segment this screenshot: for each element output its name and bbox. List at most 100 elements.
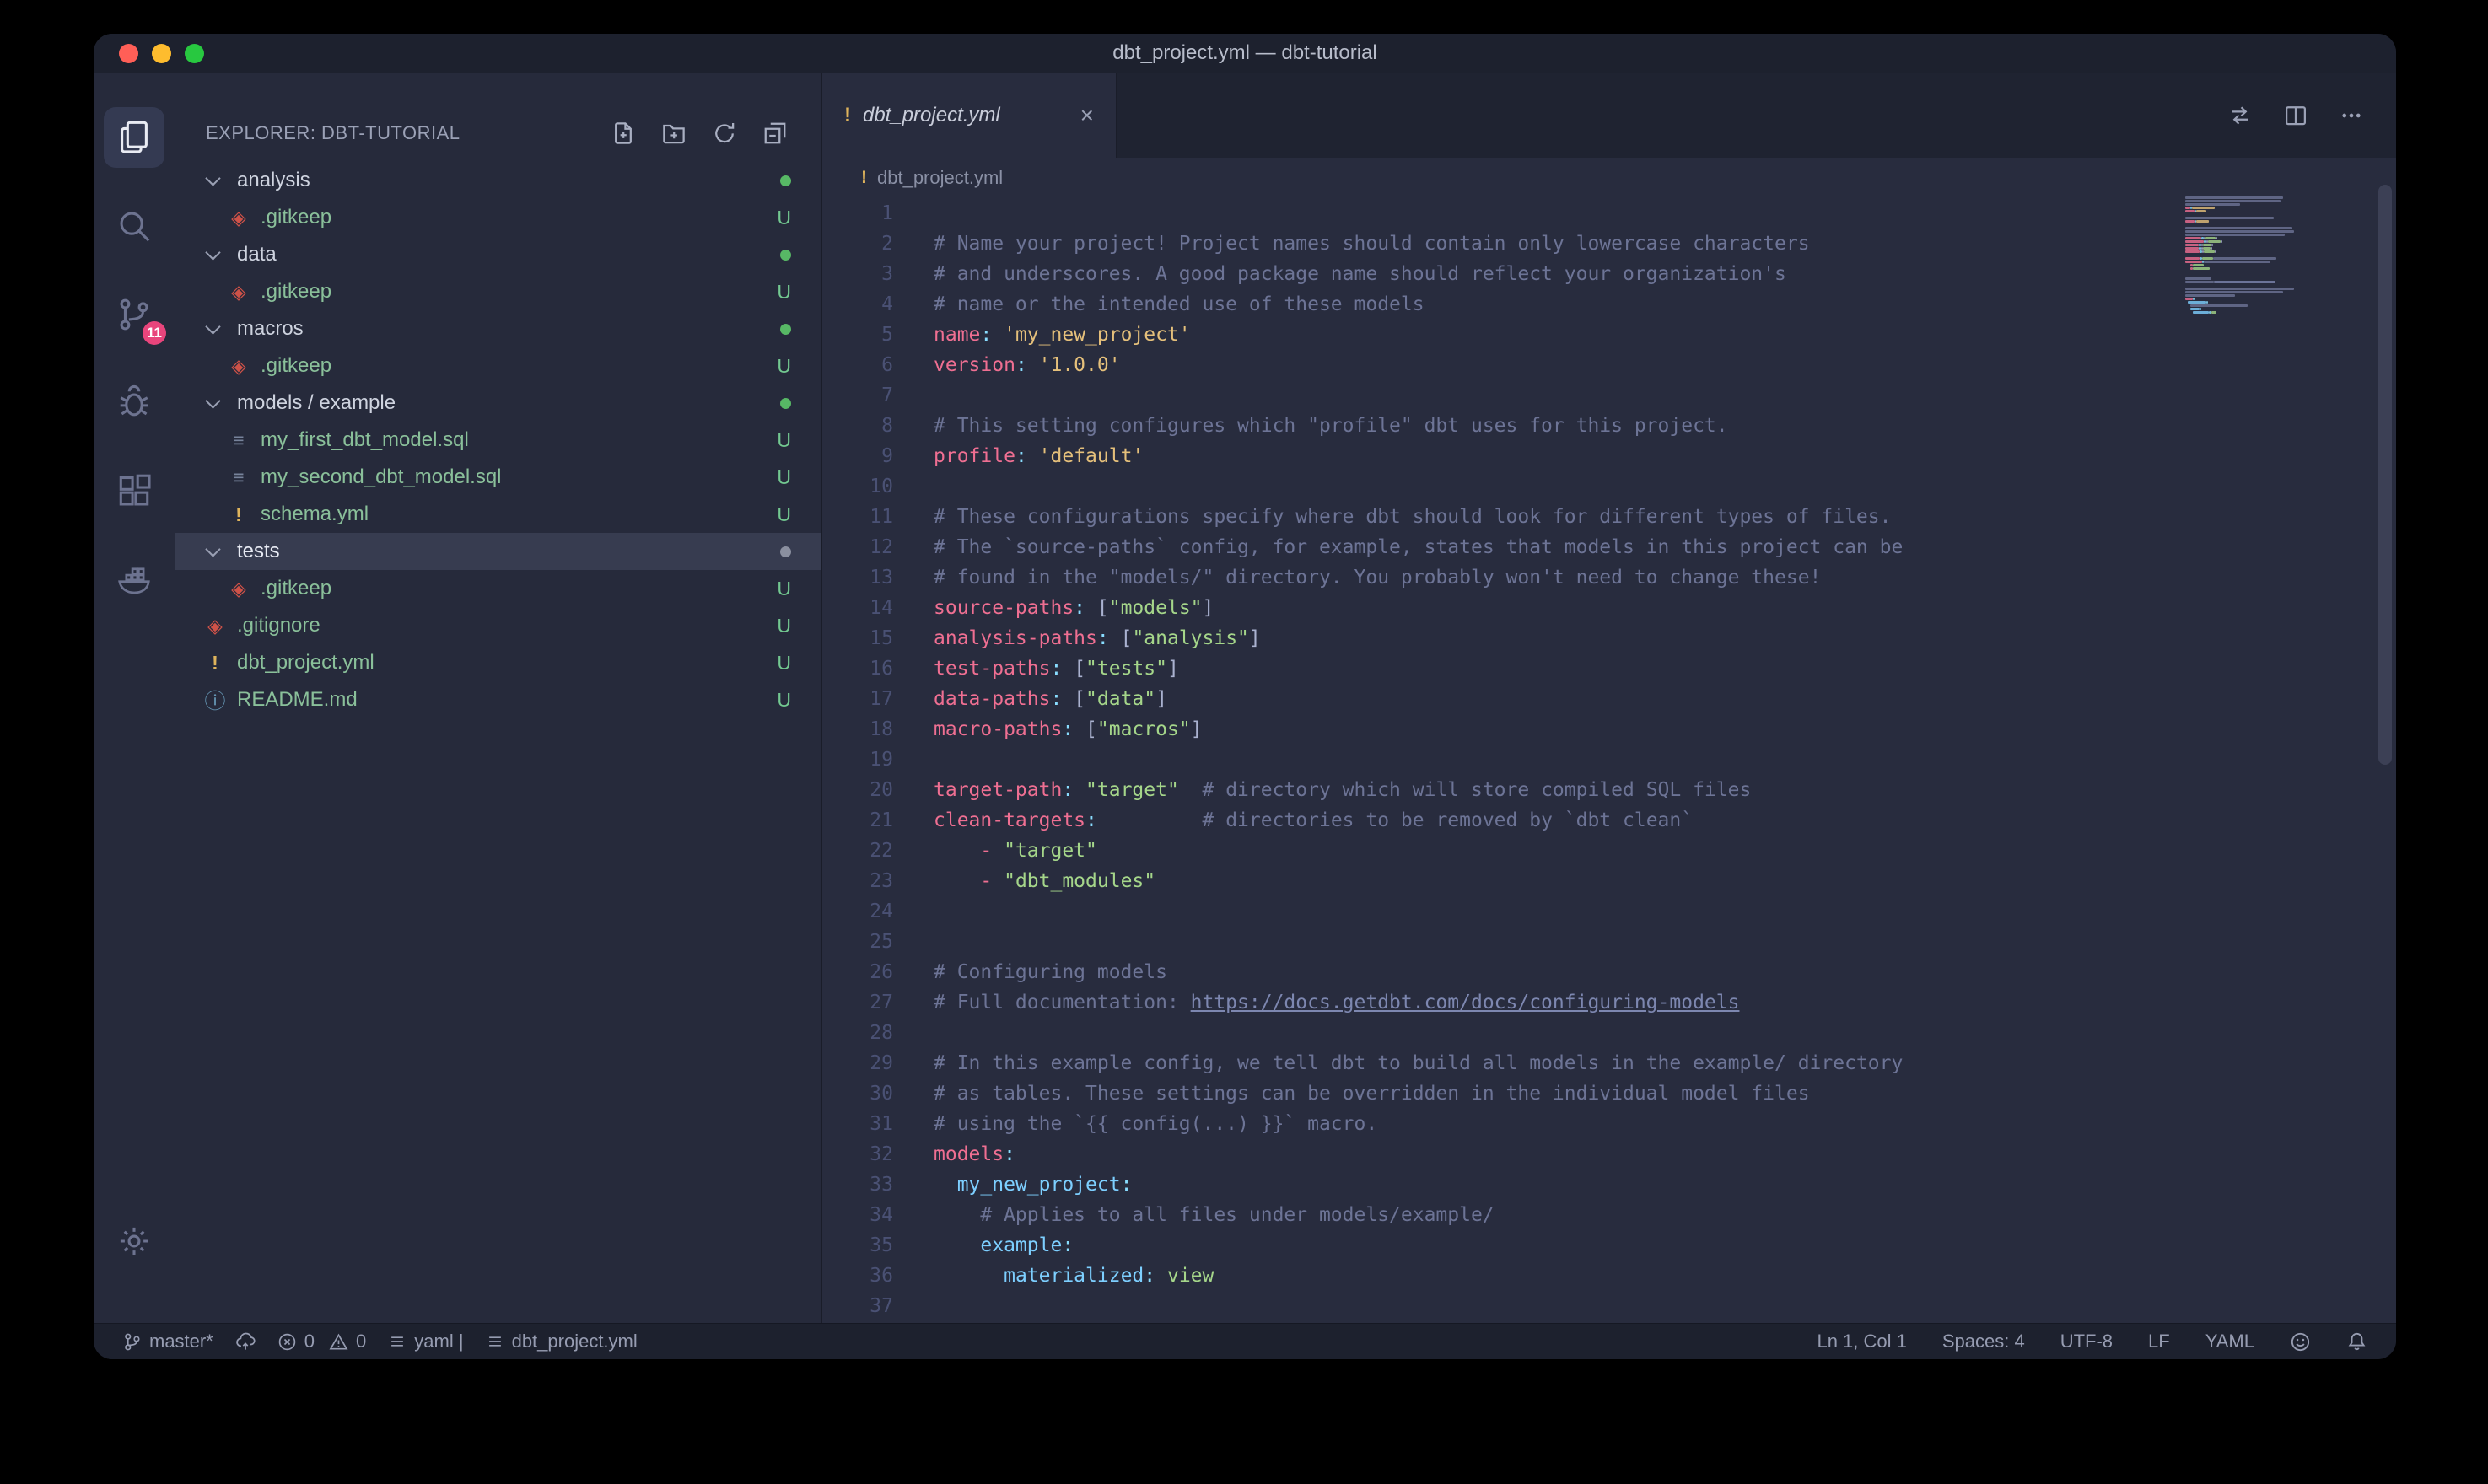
code-line-30[interactable]: 30# as tables. These settings can be ove… xyxy=(822,1078,2396,1109)
code-line-28[interactable]: 28 xyxy=(822,1018,2396,1048)
code-line-22[interactable]: 22 - "target" xyxy=(822,836,2396,866)
tree-file-gitkeep[interactable]: ◈.gitkeepU xyxy=(175,273,821,310)
feedback-smiley-icon[interactable] xyxy=(2290,1331,2311,1352)
editor-scrollbar[interactable] xyxy=(2378,185,2392,765)
code-line-7[interactable]: 7 xyxy=(822,380,2396,411)
code-line-27[interactable]: 27# Full documentation: https://docs.get… xyxy=(822,987,2396,1018)
notifications-bell-icon[interactable] xyxy=(2346,1331,2367,1352)
activity-settings-gear-icon[interactable] xyxy=(104,1211,164,1272)
minimap-line xyxy=(2185,207,2334,209)
code-line-19[interactable]: 19 xyxy=(822,745,2396,775)
git-branch-status[interactable]: master* xyxy=(122,1331,213,1352)
code-line-18[interactable]: 18macro-paths: ["macros"] xyxy=(822,714,2396,745)
tree-file-schema-yml[interactable]: !schema.ymlU xyxy=(175,496,821,533)
code-editor[interactable]: 12# Name your project! Project names sho… xyxy=(822,198,2396,1323)
line-number: 10 xyxy=(822,471,893,502)
line-content: materialized: view xyxy=(893,1261,1214,1291)
code-line-21[interactable]: 21clean-targets: # directories to be rem… xyxy=(822,805,2396,836)
encoding-status[interactable]: UTF-8 xyxy=(2060,1331,2113,1352)
close-tab-button[interactable]: × xyxy=(1080,102,1094,129)
code-line-23[interactable]: 23 - "dbt_modules" xyxy=(822,866,2396,896)
code-line-13[interactable]: 13# found in the "models/" directory. Yo… xyxy=(822,562,2396,593)
tree-file-gitkeep[interactable]: ◈.gitkeepU xyxy=(175,570,821,607)
line-content xyxy=(893,1291,934,1321)
code-line-20[interactable]: 20target-path: "target" # directory whic… xyxy=(822,775,2396,805)
activity-docker-icon[interactable] xyxy=(104,550,164,610)
activity-source-control-icon[interactable]: 11 xyxy=(104,284,164,345)
code-line-15[interactable]: 15analysis-paths: ["analysis"] xyxy=(822,623,2396,653)
code-line-12[interactable]: 12# The `source-paths` config, for examp… xyxy=(822,532,2396,562)
code-line-10[interactable]: 10 xyxy=(822,471,2396,502)
minimap-line xyxy=(2185,311,2334,314)
eol-status[interactable]: LF xyxy=(2148,1331,2170,1352)
tree-file-my-second-dbt-model-sql[interactable]: ≡my_second_dbt_model.sqlU xyxy=(175,459,821,496)
split-editor-icon[interactable] xyxy=(2283,103,2308,128)
code-line-31[interactable]: 31# using the `{{ config(...) }}` macro. xyxy=(822,1109,2396,1139)
code-line-16[interactable]: 16test-paths: ["tests"] xyxy=(822,653,2396,684)
code-line-24[interactable]: 24 xyxy=(822,896,2396,927)
problems-status[interactable]: 0 0 xyxy=(277,1331,367,1352)
active-file-status[interactable]: dbt_project.yml xyxy=(486,1331,638,1352)
tree-file-my-first-dbt-model-sql[interactable]: ≡my_first_dbt_model.sqlU xyxy=(175,422,821,459)
activity-debug-icon[interactable] xyxy=(104,373,164,433)
code-line-33[interactable]: 33 my_new_project: xyxy=(822,1169,2396,1200)
minimize-window-button[interactable] xyxy=(152,44,171,63)
tree-folder-models-example[interactable]: models / example xyxy=(175,384,821,422)
new-folder-icon[interactable] xyxy=(661,121,687,146)
minimap[interactable] xyxy=(2185,193,2334,318)
code-line-14[interactable]: 14source-paths: ["models"] xyxy=(822,593,2396,623)
code-line-6[interactable]: 6version: '1.0.0' xyxy=(822,350,2396,380)
code-line-32[interactable]: 32models: xyxy=(822,1139,2396,1169)
line-number: 8 xyxy=(822,411,893,441)
code-line-3[interactable]: 3# and underscores. A good package name … xyxy=(822,259,2396,289)
code-line-11[interactable]: 11# These configurations specify where d… xyxy=(822,502,2396,532)
collapse-all-icon[interactable] xyxy=(762,121,788,146)
tree-folder-analysis[interactable]: analysis xyxy=(175,162,821,199)
language-mode-status[interactable]: YAML xyxy=(2205,1331,2254,1352)
indentation-status[interactable]: Spaces: 4 xyxy=(1942,1331,2025,1352)
code-line-9[interactable]: 9profile: 'default' xyxy=(822,441,2396,471)
open-changes-icon[interactable] xyxy=(2227,103,2253,128)
activity-explorer-icon[interactable] xyxy=(104,107,164,168)
sync-changes-button[interactable] xyxy=(235,1331,256,1352)
code-line-4[interactable]: 4# name or the intended use of these mod… xyxy=(822,289,2396,320)
zoom-window-button[interactable] xyxy=(185,44,204,63)
tree-folder-macros[interactable]: macros xyxy=(175,310,821,347)
code-line-34[interactable]: 34 # Applies to all files under models/e… xyxy=(822,1200,2396,1230)
refresh-icon[interactable] xyxy=(712,121,737,146)
activity-search-icon[interactable] xyxy=(104,196,164,256)
line-content: # Full documentation: https://docs.getdb… xyxy=(893,987,1739,1018)
code-line-8[interactable]: 8# This setting configures which "profil… xyxy=(822,411,2396,441)
git-status-dot xyxy=(780,398,791,409)
tree-file-gitkeep[interactable]: ◈.gitkeepU xyxy=(175,199,821,236)
tree-folder-tests[interactable]: tests xyxy=(175,533,821,570)
code-line-26[interactable]: 26# Configuring models xyxy=(822,957,2396,987)
sync-cloud-icon xyxy=(235,1331,256,1352)
code-line-25[interactable]: 25 xyxy=(822,927,2396,957)
code-line-2[interactable]: 2# Name your project! Project names shou… xyxy=(822,229,2396,259)
breadcrumb[interactable]: dbt_project.yml xyxy=(822,158,2396,198)
code-line-5[interactable]: 5name: 'my_new_project' xyxy=(822,320,2396,350)
tree-folder-data[interactable]: data xyxy=(175,236,821,273)
line-content: name: 'my_new_project' xyxy=(893,320,1191,350)
code-line-36[interactable]: 36 materialized: view xyxy=(822,1261,2396,1291)
line-number: 9 xyxy=(822,441,893,471)
yaml-language-status[interactable]: yaml | xyxy=(388,1331,463,1352)
tree-file-gitkeep[interactable]: ◈.gitkeepU xyxy=(175,347,821,384)
tree-file-gitignore[interactable]: ◈.gitignoreU xyxy=(175,607,821,644)
more-actions-icon[interactable] xyxy=(2339,103,2364,128)
tab-dbt-project-yml[interactable]: dbt_project.yml × xyxy=(822,73,1117,158)
new-file-icon[interactable] xyxy=(611,121,636,146)
titlebar: dbt_project.yml — dbt-tutorial xyxy=(94,34,2396,73)
tree-file-readme-md[interactable]: ⓘREADME.mdU xyxy=(175,681,821,718)
line-number: 20 xyxy=(822,775,893,805)
code-line-17[interactable]: 17data-paths: ["data"] xyxy=(822,684,2396,714)
close-window-button[interactable] xyxy=(119,44,138,63)
code-line-29[interactable]: 29# In this example config, we tell dbt … xyxy=(822,1048,2396,1078)
activity-extensions-icon[interactable] xyxy=(104,461,164,522)
code-line-35[interactable]: 35 example: xyxy=(822,1230,2396,1261)
code-line-37[interactable]: 37 xyxy=(822,1291,2396,1321)
tree-file-dbt-project-yml[interactable]: !dbt_project.ymlU xyxy=(175,644,821,681)
code-line-1[interactable]: 1 xyxy=(822,198,2396,229)
cursor-position[interactable]: Ln 1, Col 1 xyxy=(1817,1331,1906,1352)
